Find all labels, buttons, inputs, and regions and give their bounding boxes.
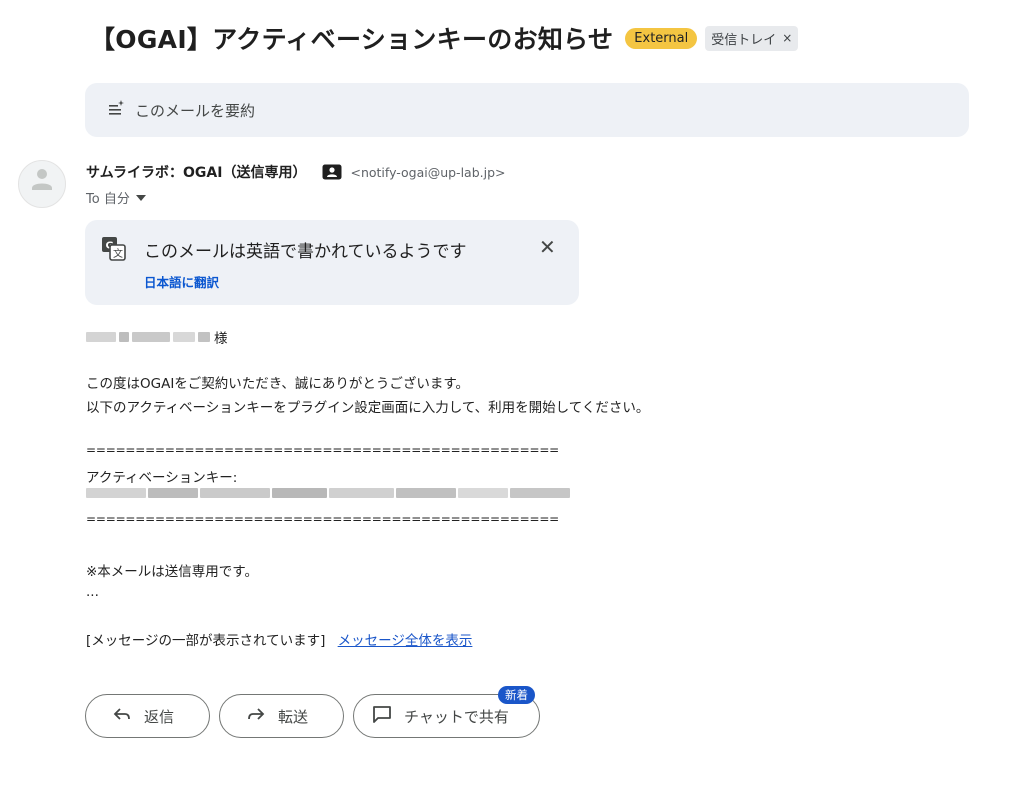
send-only-notice: ※本メールは送信専用です。 xyxy=(86,564,258,580)
remove-label-button[interactable]: × xyxy=(782,31,792,45)
reply-button[interactable]: 返信 xyxy=(85,694,210,738)
sender-name[interactable]: サムライラボ：OGAI（送信専用） xyxy=(86,162,306,182)
translate-message: このメールは英語で書かれているようです xyxy=(144,242,467,262)
separator-bottom: ========================================… xyxy=(86,512,560,526)
forward-icon xyxy=(246,706,278,726)
chat-icon xyxy=(372,705,404,727)
inbox-label[interactable]: 受信トレイ × xyxy=(705,25,799,51)
caret-down-icon xyxy=(135,190,146,205)
salutation-suffix: 様 xyxy=(214,331,228,347)
close-icon[interactable]: ✕ xyxy=(539,237,556,257)
external-badge: External xyxy=(625,27,698,49)
summarize-button[interactable]: このメールを要約 xyxy=(85,83,969,137)
body-line-thanks: この度はOGAIをご契約いただき、誠にありがとうございます。 xyxy=(86,376,470,392)
redacted-activation-key xyxy=(86,488,570,498)
forward-button[interactable]: 転送 xyxy=(219,694,344,738)
share-in-chat-label: チャットで共有 xyxy=(404,707,509,726)
sparkle-list-icon xyxy=(107,99,125,121)
clipped-message-note: [メッセージの一部が表示されています] xyxy=(86,633,326,649)
recipient-details-toggle[interactable]: To 自分 xyxy=(86,188,146,207)
reply-icon xyxy=(112,706,144,726)
translate-icon: G 文 xyxy=(101,236,127,266)
body-line-instructions: 以下のアクティベーションキーをプラグイン設定画面に入力して、利用を開始してくださ… xyxy=(86,400,650,416)
summarize-label: このメールを要約 xyxy=(135,101,256,120)
sender-row: サムライラボ：OGAI（送信専用） <notify-ogai@up-lab.jp… xyxy=(86,162,506,182)
reply-label: 返信 xyxy=(144,707,175,726)
view-full-message-link[interactable]: メッセージ全体を表示 xyxy=(338,633,473,649)
truncation-ellipsis: ... xyxy=(86,584,99,600)
salutation: 様 xyxy=(86,327,228,347)
clipped-message-row: [メッセージの一部が表示されています] メッセージ全体を表示 xyxy=(86,629,472,649)
svg-text:文: 文 xyxy=(113,247,123,260)
sender-avatar[interactable] xyxy=(18,160,66,208)
new-badge: 新着 xyxy=(498,686,535,704)
forward-label: 転送 xyxy=(278,707,309,726)
translate-to-japanese-link[interactable]: 日本語に翻訳 xyxy=(144,272,219,291)
redacted-recipient-name xyxy=(86,332,210,342)
activation-key-label: アクティベーションキー: xyxy=(86,470,238,486)
translate-card: G 文 このメールは英語で書かれているようです ✕ 日本語に翻訳 xyxy=(85,220,579,305)
contact-card-icon[interactable] xyxy=(322,164,342,180)
email-subject: 【OGAI】アクティベーションキーのお知らせ xyxy=(90,25,614,54)
avatar-person-icon xyxy=(19,161,65,207)
separator-top: ========================================… xyxy=(86,443,560,457)
recipient-label: To 自分 xyxy=(86,192,130,207)
inbox-label-text: 受信トレイ xyxy=(711,32,777,48)
subject-row: 【OGAI】アクティベーションキーのお知らせ External 受信トレイ × xyxy=(90,18,799,58)
sender-email: <notify-ogai@up-lab.jp> xyxy=(350,164,506,180)
